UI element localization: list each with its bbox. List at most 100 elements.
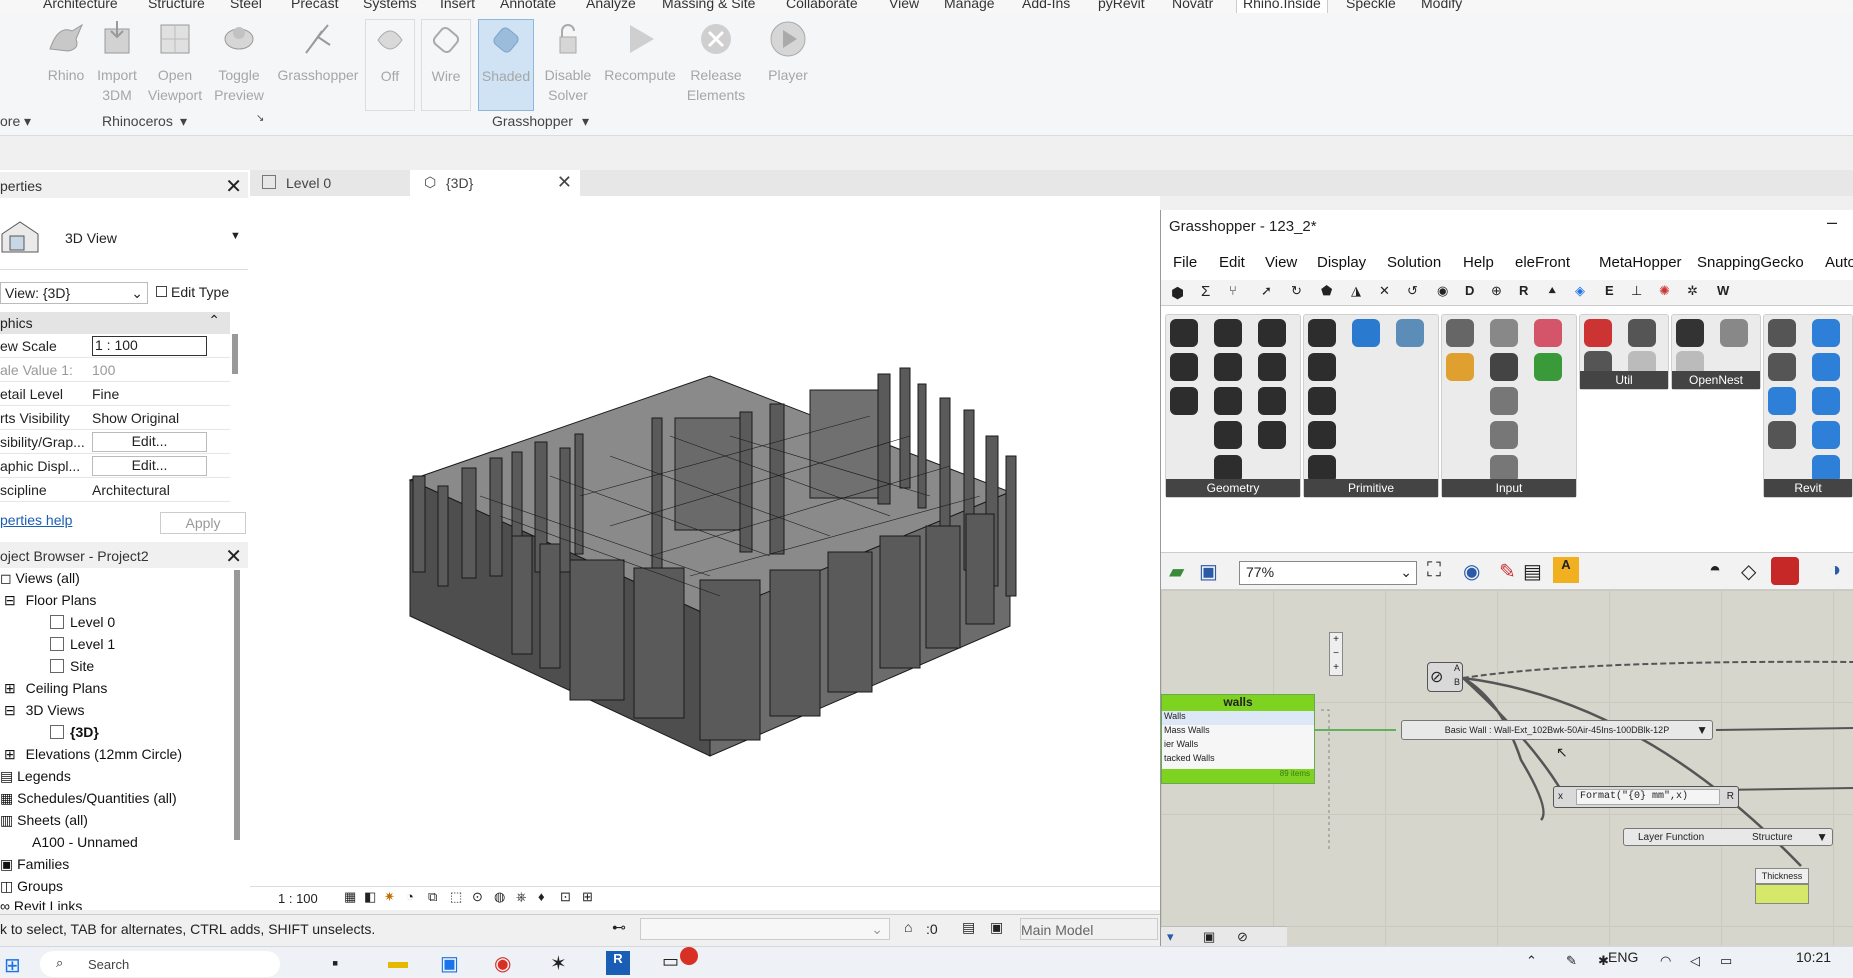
- tree-revit-links[interactable]: ∞ Revit Links: [0, 898, 82, 910]
- tree-level-1[interactable]: Level 1: [50, 636, 115, 652]
- boolean-param-icon[interactable]: [1308, 319, 1336, 347]
- taskbar-search[interactable]: ⌕ Search: [40, 951, 280, 977]
- visual-style-icon[interactable]: ◧: [364, 889, 376, 905]
- minimize-icon[interactable]: –: [1827, 212, 1837, 233]
- tree-families[interactable]: ▣ Families: [0, 856, 69, 873]
- edit-button[interactable]: Edit...: [92, 456, 207, 476]
- tab-maths[interactable]: Σ: [1201, 283, 1210, 300]
- tab-3d[interactable]: ⬡ {3D} ✕: [410, 170, 580, 196]
- apply-button[interactable]: Apply: [160, 512, 246, 534]
- tab-novatr[interactable]: Novatr: [1172, 0, 1213, 11]
- preview-shaded-icon[interactable]: ◓: [1709, 559, 1721, 582]
- tab-level-0[interactable]: Level 0: [250, 170, 410, 196]
- tab-d[interactable]: D: [1465, 283, 1474, 298]
- canvas-tool-icon[interactable]: ⊘: [1237, 929, 1248, 945]
- design-options-icon[interactable]: ▣: [990, 919, 1003, 936]
- tab-collaborate[interactable]: Collaborate: [786, 0, 858, 11]
- filter-icon[interactable]: ▤: [962, 919, 975, 936]
- menu-display[interactable]: Display: [1317, 254, 1366, 271]
- revit-category-icon[interactable]: [1812, 319, 1840, 347]
- field-param-icon[interactable]: [1258, 421, 1286, 449]
- language-indicator[interactable]: ENG: [1608, 949, 1638, 965]
- collapse-icon[interactable]: ⊟: [4, 592, 20, 608]
- tab-add-ins[interactable]: Add-Ins: [1022, 0, 1070, 11]
- sets-tab-icon[interactable]: ⑂: [1229, 283, 1237, 298]
- menu-metahopper[interactable]: MetaHopper: [1599, 254, 1682, 271]
- menu-snappinggecko[interactable]: SnappingGecko: [1697, 254, 1804, 271]
- fire-tab-icon[interactable]: ✺: [1659, 283, 1670, 299]
- toggle-preview-button[interactable]: Toggle Preview: [210, 19, 268, 105]
- box-param-icon[interactable]: [1258, 319, 1286, 347]
- revit-host-icon[interactable]: [1812, 421, 1840, 449]
- rhinoceros-group-label[interactable]: Rhinoceros: [102, 113, 173, 129]
- 3d-model-walls[interactable]: [250, 196, 1160, 898]
- 3d-viewport[interactable]: [250, 196, 1160, 898]
- integer-param-icon[interactable]: [1308, 387, 1336, 415]
- tab-systems[interactable]: Systems: [363, 0, 417, 11]
- nest-icon[interactable]: [1676, 319, 1704, 347]
- intersect-tab-icon[interactable]: ✕: [1379, 283, 1390, 299]
- more-group-label[interactable]: ore: [0, 113, 20, 129]
- canvas-zoom-widget[interactable]: + − +: [1329, 632, 1343, 676]
- dialog-launcher-icon[interactable]: ↘: [256, 113, 264, 124]
- tab-annotate[interactable]: Annotate: [500, 0, 556, 11]
- save-icon[interactable]: ▣: [1199, 559, 1218, 584]
- tab-architecture[interactable]: Architecture: [43, 0, 118, 11]
- query-component[interactable]: ⊘ A B: [1427, 662, 1463, 692]
- preview-off-button[interactable]: Off: [365, 19, 415, 111]
- zoom-extents-icon[interactable]: ⛶: [1427, 559, 1441, 582]
- property-row-parts-visibility[interactable]: rts Visibility Show Original: [0, 406, 230, 430]
- curve-tab-icon[interactable]: ↻: [1291, 283, 1302, 299]
- chrome-icon[interactable]: ◉: [494, 951, 511, 976]
- slider-icon[interactable]: [1490, 387, 1518, 415]
- analytical-model-icon[interactable]: ♦: [538, 889, 545, 904]
- tab-insert[interactable]: Insert: [440, 0, 475, 11]
- tree-level-0[interactable]: Level 0: [50, 614, 115, 630]
- point-param-icon[interactable]: [1170, 319, 1198, 347]
- close-tab-icon[interactable]: ✕: [557, 172, 572, 193]
- input-label[interactable]: Input: [1442, 479, 1576, 497]
- dropdown-triangle-icon[interactable]: ▼: [1696, 723, 1708, 737]
- canvas-tool-icon[interactable]: ▣: [1203, 929, 1215, 945]
- pen-icon[interactable]: ✎: [1566, 953, 1577, 969]
- tab-rhino-inside[interactable]: Rhino.Inside: [1236, 0, 1328, 13]
- open-viewport-button[interactable]: Open Viewport: [143, 19, 207, 105]
- tab-modify[interactable]: Modify: [1421, 0, 1462, 11]
- tree-sheets[interactable]: ▥ Sheets (all): [0, 812, 88, 829]
- player-button[interactable]: Player: [762, 19, 814, 85]
- property-row-graphic-display[interactable]: aphic Displ... Edit...: [0, 454, 230, 478]
- curve-param-icon[interactable]: [1214, 353, 1242, 381]
- brep-param-icon[interactable]: [1258, 353, 1286, 381]
- wifi-icon[interactable]: ◠: [1660, 953, 1671, 969]
- gradient-icon[interactable]: [1446, 353, 1474, 381]
- remove-param-icon[interactable]: [1170, 353, 1198, 381]
- recording-icon[interactable]: [680, 947, 698, 965]
- text-icon[interactable]: [1720, 319, 1748, 347]
- show-crop-icon[interactable]: ⬚: [450, 889, 462, 905]
- line-param-icon[interactable]: [1214, 421, 1242, 449]
- mesh-param-icon[interactable]: [1258, 387, 1286, 415]
- grasshopper-app-icon[interactable]: ✶: [550, 951, 567, 976]
- crop-view-icon[interactable]: ⧉: [428, 889, 437, 905]
- terminal-app-icon[interactable]: ▭: [662, 951, 679, 972]
- tree-sheet-a100[interactable]: A100 - Unnamed: [32, 834, 138, 850]
- sketch-icon[interactable]: ✎: [1499, 559, 1516, 584]
- revit-query-icon[interactable]: [1812, 353, 1840, 381]
- rhinoceros-dropdown-icon[interactable]: ▾: [180, 113, 187, 130]
- highlight-displacement-icon[interactable]: ⊡: [560, 889, 571, 905]
- import-icon[interactable]: [1446, 319, 1474, 347]
- detail-level-icon[interactable]: ▦: [344, 889, 356, 905]
- tab-r[interactable]: R: [1519, 283, 1528, 298]
- menu-edit[interactable]: Edit: [1219, 254, 1245, 271]
- guid-param-icon[interactable]: [1352, 319, 1380, 347]
- tree-elevations[interactable]: ⊞ Elevations (12mm Circle): [4, 746, 182, 763]
- edit-type-button[interactable]: Edit Type: [152, 282, 248, 304]
- tab-analyze[interactable]: Analyze: [586, 0, 636, 11]
- data-path-icon[interactable]: [1396, 319, 1424, 347]
- tab-pyrevit[interactable]: pyRevit: [1098, 0, 1145, 11]
- view-instance-selector[interactable]: View: {3D} ⌄: [0, 282, 148, 304]
- grasshopper-canvas[interactable]: + − + ⊘ A B walls Walls Mass Walls ier Wal…: [1161, 590, 1853, 946]
- colour-swatch-icon[interactable]: [1534, 319, 1562, 347]
- tab-steel[interactable]: Steel: [230, 0, 262, 11]
- release-elements-button[interactable]: Release Elements: [684, 19, 748, 105]
